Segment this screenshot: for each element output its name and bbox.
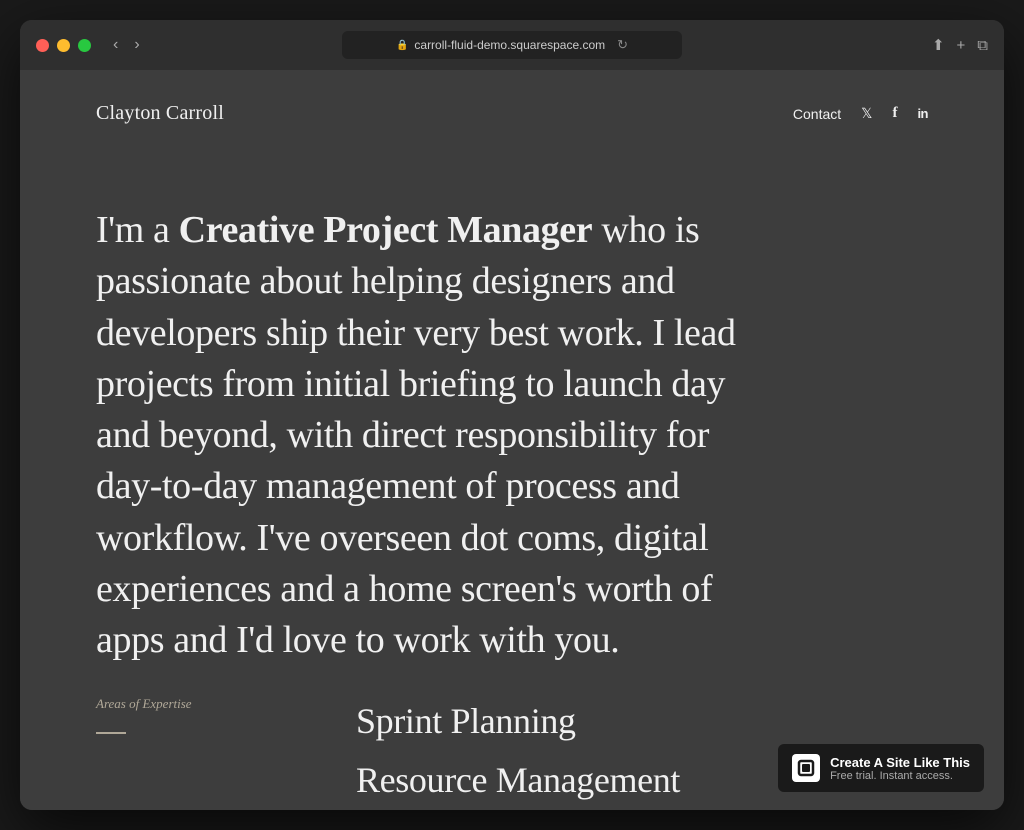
fullscreen-button[interactable]: [78, 39, 91, 52]
address-bar[interactable]: 🔒 carroll-fluid-demo.squarespace.com ↻: [342, 31, 682, 59]
expertise-item-1: Sprint Planning: [356, 692, 928, 751]
url-text: carroll-fluid-demo.squarespace.com: [414, 38, 605, 52]
browser-window: ‹ › 🔒 carroll-fluid-demo.squarespace.com…: [20, 20, 1004, 810]
squarespace-text: Create A Site Like This Free trial. Inst…: [830, 755, 970, 782]
minimize-button[interactable]: [57, 39, 70, 52]
squarespace-banner[interactable]: Create A Site Like This Free trial. Inst…: [778, 744, 984, 792]
lock-icon: 🔒: [396, 40, 408, 51]
tabs-icon[interactable]: ⧉: [977, 37, 988, 54]
titlebar: ‹ › 🔒 carroll-fluid-demo.squarespace.com…: [20, 20, 1004, 70]
share-icon[interactable]: ⬆: [932, 36, 945, 54]
refresh-icon: ↻: [617, 37, 628, 53]
new-tab-icon[interactable]: +: [957, 37, 966, 54]
site-nav-links: Contact 𝕏 f in: [793, 105, 928, 122]
close-button[interactable]: [36, 39, 49, 52]
site-logo: Clayton Carroll: [96, 102, 224, 125]
toolbar-right: ⬆ + ⧉: [932, 36, 988, 54]
twitter-link[interactable]: 𝕏: [861, 105, 872, 122]
expertise-divider: [96, 732, 126, 734]
squarespace-logo: [792, 754, 820, 782]
contact-link[interactable]: Contact: [793, 106, 841, 122]
hero-section: I'm a Creative Project Manager who is pa…: [20, 125, 840, 727]
expertise-label: Areas of Expertise: [96, 696, 356, 712]
site-nav: Clayton Carroll Contact 𝕏 f in: [20, 70, 1004, 125]
linkedin-link[interactable]: in: [917, 106, 928, 121]
back-button[interactable]: ‹: [107, 33, 124, 57]
hero-bold-text: Creative Project Manager: [179, 209, 593, 251]
hero-text: I'm a Creative Project Manager who is pa…: [96, 205, 764, 667]
hero-text-before: I'm a: [96, 209, 179, 251]
site-content: Clayton Carroll Contact 𝕏 f in I'm a Cre…: [20, 70, 1004, 810]
squarespace-logo-svg: [797, 759, 815, 777]
squarespace-title: Create A Site Like This: [830, 755, 970, 770]
traffic-lights: [36, 39, 91, 52]
squarespace-subtitle: Free trial. Instant access.: [830, 770, 970, 782]
facebook-link[interactable]: f: [892, 105, 897, 122]
expertise-column: Areas of Expertise: [96, 692, 356, 734]
nav-buttons: ‹ ›: [107, 33, 146, 57]
forward-button[interactable]: ›: [128, 33, 145, 57]
hero-text-after: who is passionate about helping designer…: [96, 209, 736, 661]
